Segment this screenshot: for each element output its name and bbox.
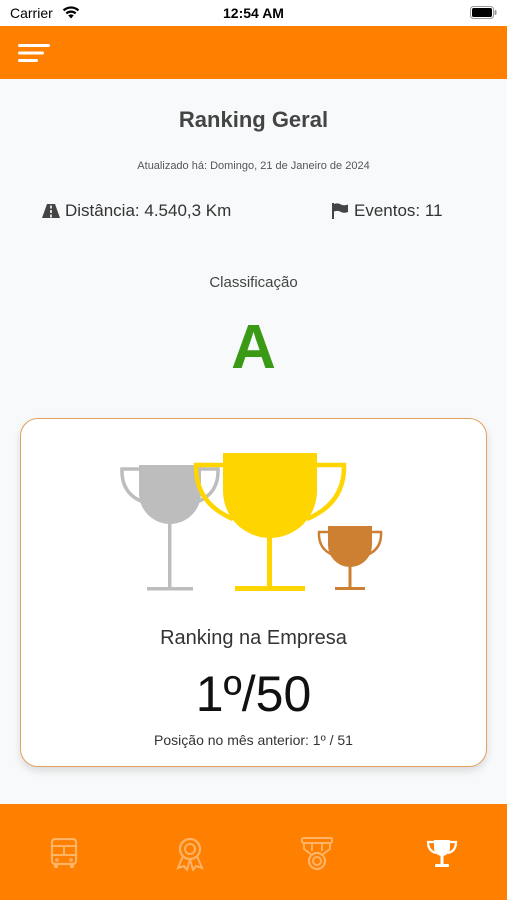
page-title: Ranking Geral [178, 107, 329, 132]
ranking-position: 1º/50 [195, 666, 312, 722]
bus-icon [50, 838, 78, 868]
ranking-card: Ranking na Empresa 1º/50 Posição no mês … [20, 418, 487, 767]
trophy-icon [426, 840, 458, 867]
classification-grade: A [231, 313, 276, 382]
award-ribbon-icon [176, 837, 204, 871]
ranking-label: Ranking na Empresa [160, 627, 347, 649]
bronze-trophy-icon [317, 526, 383, 590]
tab-bus[interactable] [44, 834, 84, 874]
tab-ranking[interactable] [422, 834, 462, 874]
tab-medals[interactable] [297, 834, 337, 874]
bottom-tab-bar [0, 804, 507, 900]
classification-label: Classificação [209, 274, 298, 291]
distance-stat: Distância: 4.540,3 Km [42, 201, 231, 221]
main-content: Ranking Geral Atualizado há: Domingo, 21… [0, 79, 507, 804]
events-stat: Eventos: 11 [331, 201, 443, 221]
tab-awards[interactable] [170, 834, 210, 874]
medal-icon [301, 837, 333, 871]
events-value: Eventos: 11 [354, 201, 443, 220]
previous-month-position: Posição no mês anterior: 1º / 51 [154, 732, 353, 748]
silver-trophy-icon [120, 465, 220, 591]
road-icon [42, 204, 60, 218]
menu-icon[interactable] [18, 42, 52, 64]
updated-date: Atualizado há: Domingo, 21 de Janeiro de… [137, 160, 370, 172]
status-time: 12:54 AM [223, 5, 284, 21]
podium-trophies-illustration [120, 453, 383, 591]
app-bar [0, 26, 507, 79]
status-bar: Carrier 12:54 AM [0, 0, 507, 26]
distance-value: Distância: 4.540,3 Km [65, 201, 232, 220]
battery-icon [470, 6, 497, 19]
flag-icon [332, 203, 348, 219]
